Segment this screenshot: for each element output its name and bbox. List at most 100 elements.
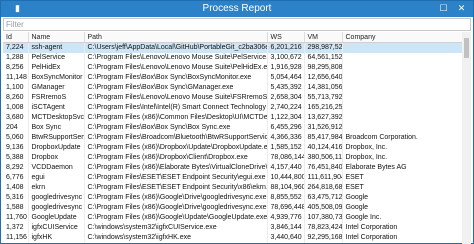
title-bar[interactable]: ▮ Process Report ☐ ✕ — [1, 1, 473, 17]
cell-ws: 3,440,640 — [267, 232, 305, 243]
cell-id: 8,260 — [3, 92, 29, 103]
table-row[interactable]: 1,100 GManager C:\Program Files\Box\Box Sy… — [3, 82, 471, 93]
cell-name: igfxCUIService — [28, 222, 85, 233]
cell-company: Dropbox, Inc. — [342, 152, 471, 163]
cell-name: googledrivesync — [28, 192, 85, 203]
cell-name: Box Sync — [28, 122, 85, 133]
cell-name: PelService — [28, 52, 85, 63]
cell-vm: 63,475,712 — [304, 192, 343, 203]
cell-company — [342, 102, 471, 113]
process-grid: Id Name Path WS VM Company 7,224 ssh-agen… — [3, 32, 471, 244]
filter-box[interactable] — [3, 18, 471, 31]
window-title: Process Report — [202, 3, 272, 14]
column-header-company[interactable]: Company — [342, 32, 471, 43]
table-row[interactable]: 1,288 PelService C:\Program Files\Lenovo\L… — [3, 52, 471, 63]
process-table: Id Name Path WS VM Company 7,224 ssh-agen… — [3, 32, 471, 243]
cell-id: 1,588 — [3, 202, 29, 213]
scrollbar-thumb[interactable] — [464, 38, 469, 58]
column-header-path[interactable]: Path — [84, 32, 268, 43]
table-row[interactable]: 7,224 ssh-agent C:\Users\jeff\AppData\Loca… — [3, 42, 471, 53]
cell-id: 1,100 — [3, 82, 29, 93]
cell-ws: 5,435,392 — [267, 82, 305, 93]
table-row[interactable]: 6,776 egui C:\Program Files\ESET\ESET Endp… — [3, 172, 471, 183]
cell-ws: 4,157,440 — [267, 162, 305, 173]
table-row[interactable]: 5,060BtwRSupportServiceC:\Program Files\… — [3, 132, 471, 143]
cell-name: Dropbox — [28, 152, 85, 163]
cell-company — [342, 82, 471, 93]
cell-name: DropboxUpdate — [28, 142, 85, 153]
column-header-ws[interactable]: WS — [267, 32, 305, 43]
cell-vm: 78,823,424 — [304, 222, 343, 233]
cell-name: VCDDaemon — [28, 162, 85, 173]
cell-name: FSRremoS — [28, 92, 85, 103]
table-row[interactable]: 8,256 PelHidEx C:\Program Files\Lenovo\Len… — [3, 62, 471, 73]
filter-input[interactable] — [6, 19, 466, 30]
table-row[interactable]: 5,316 googledrivesync C:\Program Files (x8… — [3, 192, 471, 203]
cell-vm: 98,295,808 — [304, 62, 343, 73]
cell-ws: 10,444,800 — [267, 172, 305, 183]
cell-path: C:\Program Files\Box\Box Sync\BoxSyncMon… — [84, 72, 268, 83]
cell-id: 8,292 — [3, 162, 29, 173]
cell-ws: 88,104,960 — [267, 182, 305, 193]
cell-id: 3,680 — [3, 112, 29, 123]
table-row[interactable]: 1,008 iSCTAgent C:\Program Files\Intel\Int… — [3, 102, 471, 113]
cell-company: Google Inc. — [342, 212, 471, 223]
table-row[interactable]: 9,136 DropboxUpdate C:\Program Files (x86)… — [3, 142, 471, 153]
vertical-scrollbar[interactable] — [462, 32, 471, 244]
cell-name: GoogleUpdate — [28, 212, 85, 223]
cell-path: C:\Program Files\Broadcom\Bluetooth\BtwR… — [84, 132, 268, 143]
table-row[interactable]: 8,292 VCDDaemon C:\Program Files (x86)\Ela… — [3, 162, 471, 173]
cell-vm: 12,656,640 — [304, 72, 343, 83]
cell-company — [342, 72, 471, 83]
cell-path: C:\Users\jeff\AppData\Local\GitHub\Porta… — [84, 42, 268, 53]
cell-vm: 298,987,520 — [304, 42, 343, 53]
cell-vm: 14,381,056 — [304, 82, 343, 93]
table-row[interactable]: 1,372 igfxCUIService C:\windows\system32\i… — [3, 222, 471, 233]
cell-path: C:\Program Files (x86)\Google\Drive\goog… — [84, 192, 268, 203]
cell-ws: 4,366,336 — [267, 132, 305, 143]
cell-id: 8,256 — [3, 62, 29, 73]
cell-company: Dropbox, Inc. — [342, 142, 471, 153]
column-header-name[interactable]: Name — [28, 32, 85, 43]
table-row[interactable]: 8,260 FSRremoS C:\Program Files\Lenovo\Len… — [3, 92, 471, 103]
table-row[interactable]: 204 Box Sync C:\Program Files\Box\Box Sync… — [3, 122, 471, 133]
table-row[interactable]: 5,388 Dropbox C:\Program Files (x86)\Dropb… — [3, 152, 471, 163]
cell-name: GManager — [28, 82, 85, 93]
cell-path: C:\Program Files (x86)\Dropbox\Update\Dr… — [84, 142, 268, 153]
cell-company — [342, 112, 471, 123]
cell-path: C:\Program Files\ESET\ESET Endpoint Secu… — [84, 182, 268, 193]
cell-path: C:\windows\system32\igfxCUIService.exe — [84, 222, 268, 233]
table-row[interactable]: 1,588 googledrivesync C:\Program Files (x8… — [3, 202, 471, 213]
cell-name: ssh-agent — [28, 42, 85, 53]
column-header-vm[interactable]: VM — [304, 32, 343, 43]
cell-path: C:\windows\system32\igfxHK.exe — [84, 232, 268, 243]
cell-company: Elaborate Bytes AG — [342, 162, 471, 173]
table-row[interactable]: 11,760 GoogleUpdate C:\Program Files (x86)… — [3, 212, 471, 223]
cell-vm: 64,561,152 — [304, 52, 343, 63]
cell-company: ESET — [342, 182, 471, 193]
cell-path: C:\Program Files (x86)\Common Files\Desk… — [84, 112, 268, 123]
maximize-icon[interactable]: ☐ — [435, 1, 452, 16]
cell-name: MCTDesktopSvc — [28, 112, 85, 123]
cell-name: iSCTAgent — [28, 102, 85, 113]
cell-ws: 8,855,552 — [267, 192, 305, 203]
cell-name: ekrn — [28, 182, 85, 193]
table-row[interactable]: 11,156 igfxHK C:\windows\system32\igfxHK.e… — [3, 232, 471, 243]
cell-name: BtwRSupportService — [28, 132, 85, 143]
cell-vm: 85,417,984 — [304, 132, 343, 143]
cell-vm: 380,506,112 — [304, 152, 343, 163]
cell-vm: 40,124,416 — [304, 142, 343, 153]
table-row[interactable]: 11,148 BoxSyncMonitor C:\Program Files\Box… — [3, 72, 471, 83]
cell-ws: 2,740,224 — [267, 102, 305, 113]
cell-path: C:\Program Files\Intel\Intel(R) Smart Co… — [84, 102, 268, 113]
cell-company: Intel Corporation — [342, 232, 471, 243]
cell-id: 5,060 — [3, 132, 29, 143]
table-row[interactable]: 3,680 MCTDesktopSvc C:\Program Files (x86)… — [3, 112, 471, 123]
close-icon[interactable]: ✕ — [453, 1, 470, 16]
cell-id: 1,008 — [3, 102, 29, 113]
cell-id: 5,316 — [3, 192, 29, 203]
cell-vm: 92,295,168 — [304, 232, 343, 243]
cell-ws: 1,916,928 — [267, 62, 305, 73]
table-row[interactable]: 1,408 ekrn C:\Program Files\ESET\ESET Endp… — [3, 182, 471, 193]
column-header-id[interactable]: Id — [3, 32, 29, 43]
